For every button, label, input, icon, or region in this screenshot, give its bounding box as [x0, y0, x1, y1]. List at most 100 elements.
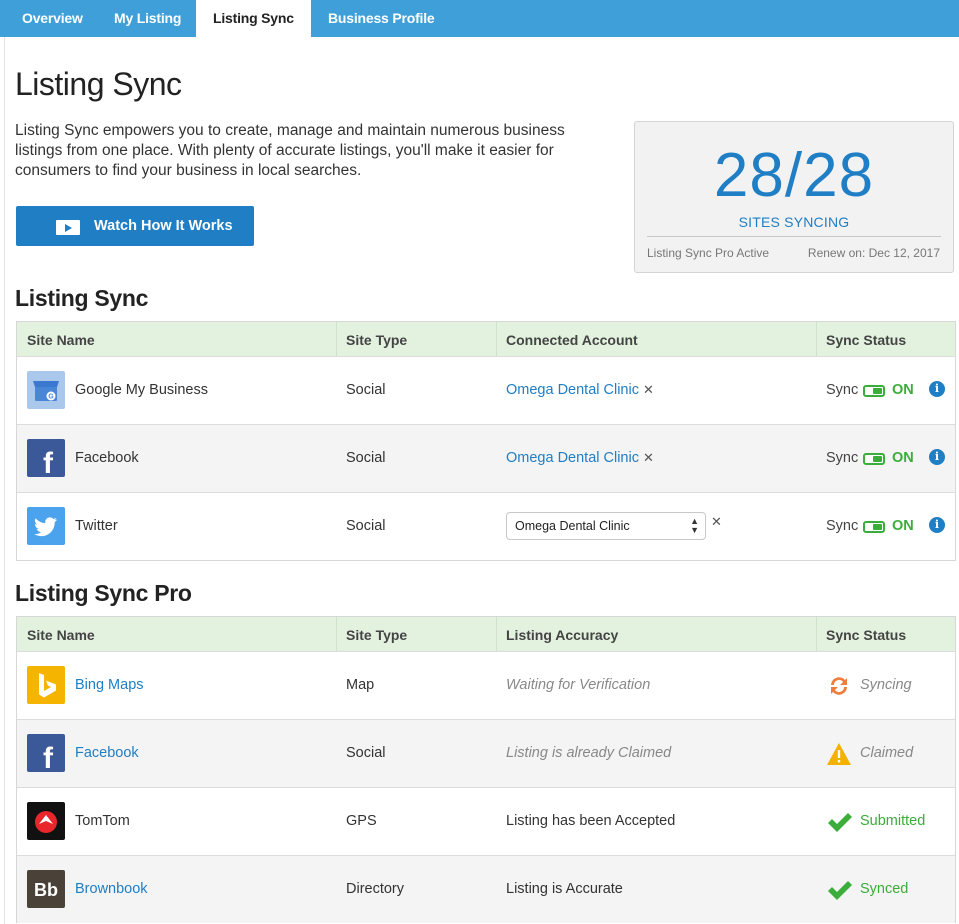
col-site-type: Site Type [346, 332, 408, 348]
table-row: TomTom GPS Listing has been Accepted Sub… [17, 787, 955, 855]
site-type: Social [346, 382, 386, 398]
tab-business-profile[interactable]: Business Profile [311, 0, 452, 37]
sync-status: Sync ON [826, 450, 914, 466]
listing-accuracy: Waiting for Verification [506, 677, 651, 693]
svg-text:f: f [43, 742, 54, 772]
col-site-type: Site Type [346, 627, 408, 643]
col-site-name: Site Name [27, 627, 95, 643]
sites-syncing-label: SITES SYNCING [738, 214, 850, 230]
col-listing-accuracy: Listing Accuracy [506, 627, 619, 643]
facebook-icon: f [27, 439, 65, 477]
site-type: Directory [346, 881, 405, 897]
info-icon[interactable]: i [929, 517, 945, 533]
sync-status-text: Submitted [860, 813, 926, 829]
listing-accuracy: Listing is Accurate [506, 881, 623, 897]
site-type: Social [346, 518, 386, 534]
watch-how-it-works-button[interactable]: Watch How It Works [16, 206, 254, 246]
listing-sync-table: Site Name Site Type Connected Account Sy… [16, 321, 956, 561]
svg-text:Bb: Bb [34, 880, 58, 900]
checkmark-icon [826, 809, 852, 835]
sync-state: ON [892, 382, 914, 398]
table-row: Twitter Social Omega Dental Clinic ▲ ▼ ✕ … [17, 492, 955, 560]
col-sync-status: Sync Status [826, 332, 907, 348]
sync-label: Sync [826, 518, 859, 534]
tomtom-icon [27, 802, 65, 840]
listing-sync-pro-heading: Listing Sync Pro [15, 580, 192, 606]
sync-toggle[interactable] [863, 385, 885, 397]
listing-sync-pro-table: Site Name Site Type Listing Accuracy Syn… [16, 616, 956, 923]
warning-icon [826, 741, 852, 767]
listing-accuracy: Listing has been Accepted [506, 813, 676, 829]
left-divider [4, 37, 5, 924]
syncing-icon [826, 673, 852, 699]
site-name-link[interactable]: Bing Maps [75, 677, 144, 693]
checkmark-icon [826, 877, 852, 903]
plan-status: Listing Sync Pro Active [647, 246, 770, 260]
col-site-name: Site Name [27, 332, 95, 348]
brownbook-icon: Bb [27, 870, 65, 908]
table-header: Site Name Site Type Connected Account Sy… [17, 322, 955, 356]
sync-state: ON [892, 518, 914, 534]
sync-status-text: Claimed [860, 745, 914, 761]
sites-syncing-summary: 28/28 SITES SYNCING Listing Sync Pro Act… [634, 121, 954, 273]
page-title: Listing Sync [15, 66, 182, 102]
col-sync-status: Sync Status [826, 627, 907, 643]
table-row: f Facebook Social Omega Dental Clinic ✕ S… [17, 424, 955, 492]
sync-status-text: Syncing [860, 677, 912, 693]
site-name: Google My Business [75, 382, 208, 398]
connected-account-select[interactable]: Omega Dental Clinic ▲ ▼ [506, 512, 706, 540]
site-type: GPS [346, 813, 377, 829]
renew-date: Renew on: Dec 12, 2017 [807, 246, 940, 260]
site-name: TomTom [75, 813, 130, 829]
sync-label: Sync [826, 382, 859, 398]
sync-status: Sync ON [826, 382, 914, 398]
intro-text: Listing Sync empowers you to create, man… [15, 122, 565, 179]
site-name-link[interactable]: Brownbook [75, 881, 148, 897]
bing-icon [27, 666, 65, 704]
disconnect-icon[interactable]: ✕ [711, 514, 722, 530]
info-icon[interactable]: i [929, 381, 945, 397]
site-type: Map [346, 677, 375, 693]
connected-account-link[interactable]: Omega Dental Clinic [506, 450, 639, 466]
svg-text:G: G [48, 394, 54, 401]
disconnect-icon[interactable]: ✕ [643, 450, 654, 465]
summary-divider [647, 236, 941, 237]
table-row: G Google My Business Social Omega Dental… [17, 356, 955, 424]
select-value: Omega Dental Clinic [515, 519, 630, 533]
listing-accuracy: Listing is already Claimed [506, 745, 672, 761]
top-nav: Overview My Listing Listing Sync Busines… [0, 0, 959, 37]
table-row: Bb Brownbook Directory Listing is Accura… [17, 855, 955, 923]
site-name-link[interactable]: Facebook [75, 745, 139, 761]
disconnect-icon[interactable]: ✕ [643, 382, 654, 397]
site-type: Social [346, 450, 386, 466]
sync-state: ON [892, 450, 914, 466]
watch-button-label: Watch How It Works [94, 218, 233, 234]
connected-account-link[interactable]: Omega Dental Clinic [506, 382, 639, 398]
sync-status-text: Synced [860, 881, 909, 897]
tab-my-listing[interactable]: My Listing [97, 0, 198, 37]
sync-toggle[interactable] [863, 453, 885, 465]
select-arrows-icon: ▲ ▼ [690, 516, 699, 535]
sites-syncing-count: 28/28 [713, 141, 875, 210]
table-row: f Facebook Social Listing is already Cla… [17, 719, 955, 787]
sync-label: Sync [826, 450, 859, 466]
play-icon [56, 220, 80, 235]
table-header: Site Name Site Type Listing Accuracy Syn… [17, 617, 955, 651]
col-connected-account: Connected Account [506, 332, 638, 348]
google-my-business-icon: G [27, 371, 65, 409]
site-type: Social [346, 745, 386, 761]
svg-text:f: f [43, 447, 54, 477]
sync-status: Sync ON [826, 518, 914, 534]
sync-toggle[interactable] [863, 521, 885, 533]
facebook-icon: f [27, 734, 65, 772]
site-name: Facebook [75, 450, 139, 466]
tab-listing-sync[interactable]: Listing Sync [196, 0, 311, 37]
connected-account: Omega Dental Clinic ✕ [506, 382, 654, 398]
table-row: Bing Maps Map Waiting for Verification S… [17, 651, 955, 719]
info-icon[interactable]: i [929, 449, 945, 465]
connected-account: Omega Dental Clinic ✕ [506, 450, 654, 466]
listing-sync-heading: Listing Sync [15, 285, 149, 311]
tab-overview[interactable]: Overview [5, 0, 100, 37]
twitter-icon [27, 507, 65, 545]
site-name: Twitter [75, 518, 118, 534]
